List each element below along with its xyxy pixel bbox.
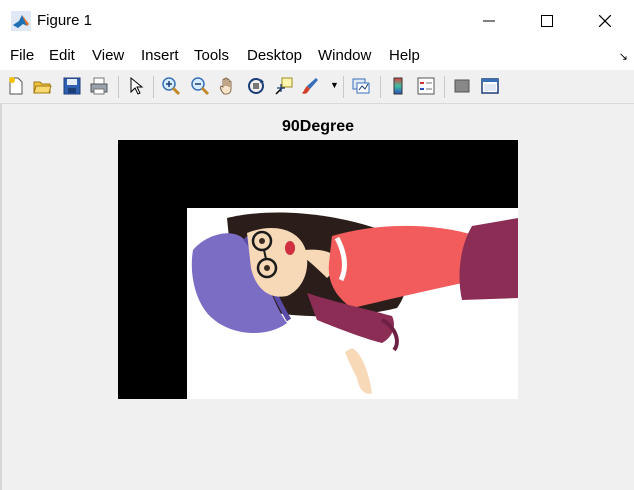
minimize-icon xyxy=(483,20,495,22)
menu-view[interactable]: View xyxy=(92,47,124,64)
menu-bar: File Edit View Insert Tools Desktop Wind… xyxy=(0,42,634,70)
maximize-button[interactable] xyxy=(518,0,576,42)
close-icon xyxy=(599,15,611,27)
menu-edit[interactable]: Edit xyxy=(49,47,75,64)
image-axes[interactable] xyxy=(118,140,518,399)
open-file-icon[interactable] xyxy=(32,76,52,96)
toolbar-separator xyxy=(343,76,344,98)
zoom-out-icon[interactable] xyxy=(190,76,210,96)
show-plot-tools-icon[interactable] xyxy=(480,76,500,96)
dock-arrow-icon[interactable]: ↘ xyxy=(619,50,628,63)
minimize-button[interactable] xyxy=(460,0,518,42)
hide-plot-tools-icon[interactable] xyxy=(452,76,472,96)
pointer-icon[interactable] xyxy=(126,76,146,96)
zoom-in-icon[interactable] xyxy=(161,76,181,96)
figure-toolbar: ▼ xyxy=(0,70,634,104)
toolbar-separator xyxy=(380,76,381,98)
link-plot-icon[interactable] xyxy=(351,76,371,96)
legend-icon[interactable] xyxy=(416,76,436,96)
print-icon[interactable] xyxy=(89,76,109,96)
matlab-icon xyxy=(11,11,31,31)
brush-dropdown-icon[interactable]: ▼ xyxy=(330,80,339,90)
menu-window[interactable]: Window xyxy=(318,47,371,64)
data-cursor-icon[interactable] xyxy=(274,76,294,96)
new-figure-icon[interactable] xyxy=(6,76,26,96)
menu-desktop[interactable]: Desktop xyxy=(247,47,302,64)
plot-title: 90Degree xyxy=(281,118,355,135)
close-button[interactable] xyxy=(576,0,634,42)
menu-file[interactable]: File xyxy=(10,47,34,64)
menu-insert[interactable]: Insert xyxy=(141,47,179,64)
colorbar-icon[interactable] xyxy=(388,76,408,96)
window-border xyxy=(0,104,2,490)
toolbar-separator xyxy=(118,76,119,98)
pan-icon[interactable] xyxy=(218,76,238,96)
cartoon-girl-image xyxy=(191,212,518,394)
toolbar-separator xyxy=(444,76,445,98)
save-icon[interactable] xyxy=(62,76,82,96)
brush-icon[interactable] xyxy=(300,76,320,96)
rotate-3d-icon[interactable] xyxy=(246,76,266,96)
maximize-icon xyxy=(541,15,553,27)
window-title: Figure 1 xyxy=(37,12,93,29)
title-bar: Figure 1 xyxy=(0,0,634,42)
rotated-image xyxy=(187,208,518,399)
toolbar-separator xyxy=(153,76,154,98)
menu-tools[interactable]: Tools xyxy=(194,47,229,64)
menu-help[interactable]: Help xyxy=(389,47,420,64)
